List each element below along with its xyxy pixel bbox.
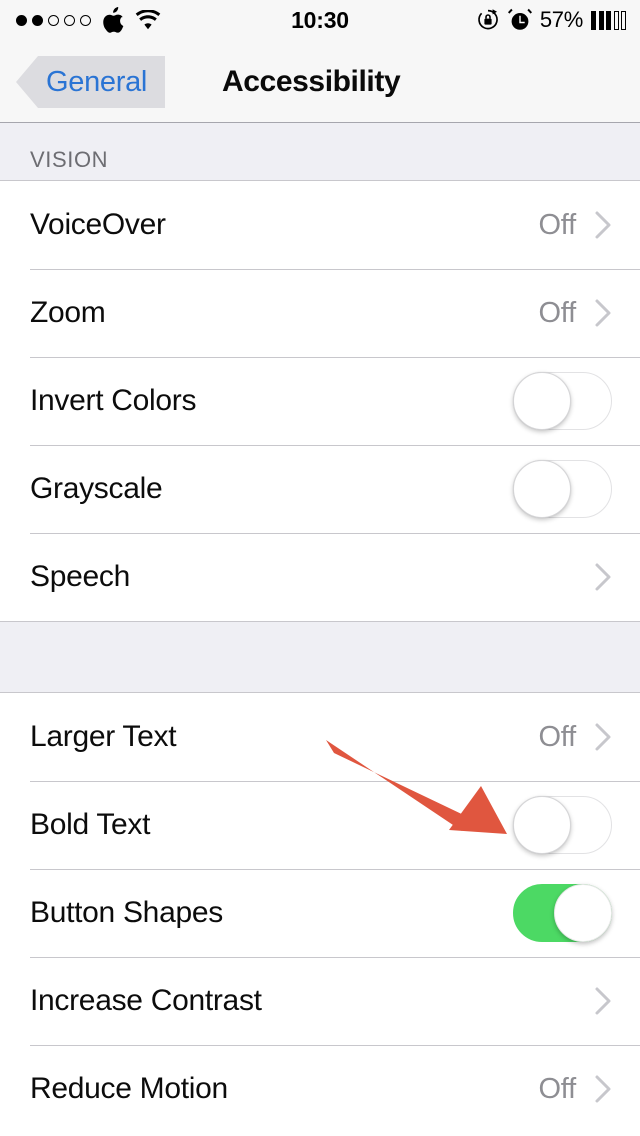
row-increase-contrast[interactable]: Increase Contrast [0,957,640,1045]
row-reduce-motion[interactable]: Reduce Motion Off [0,1045,640,1133]
chevron-right-icon [595,723,611,751]
row-larger-text[interactable]: Larger Text Off [0,693,640,781]
grayscale-toggle[interactable] [513,460,612,518]
row-label: VoiceOver [30,208,166,241]
battery-bar-1 [591,10,596,30]
battery-bar-2 [598,10,604,30]
toggle-knob [513,796,571,854]
status-bar: 10:30 57% [0,0,640,40]
settings-list: VISION VoiceOver Off Zoom Off Invert Col… [0,123,640,1136]
iphone-screen: 10:30 57% General Accessibility VISION V… [0,0,640,1136]
row-label: Bold Text [30,808,151,841]
row-label: Increase Contrast [30,984,262,1017]
chevron-right-icon [595,211,611,239]
row-value: Off [538,208,576,241]
row-label: Larger Text [30,720,177,753]
chevron-right-icon [595,299,611,327]
row-speech[interactable]: Speech [0,533,640,621]
row-accessory [513,884,612,942]
row-invert-colors[interactable]: Invert Colors [0,357,640,445]
page-title: Accessibility [222,64,401,98]
toggle-knob [554,884,612,942]
status-bar-right: 57% [476,0,626,40]
chevron-right-icon [595,563,611,591]
row-label: Zoom [30,296,106,329]
row-grayscale[interactable]: Grayscale [0,445,640,533]
row-bold-text[interactable]: Bold Text [0,781,640,869]
row-label: Grayscale [30,472,163,505]
chevron-right-icon [595,1075,611,1103]
row-accessory [594,562,612,592]
invert-colors-toggle[interactable] [513,372,612,430]
battery-bar-3 [606,10,611,30]
section-header-label: VISION [30,147,109,172]
battery-percentage: 57% [539,7,583,32]
row-accessory [513,372,612,430]
back-button-general[interactable]: General [16,56,166,108]
section-divider [0,621,640,693]
row-accessory [594,986,612,1016]
row-accessory: Off [538,209,612,242]
row-zoom[interactable]: Zoom Off [0,269,640,357]
row-button-shapes[interactable]: Button Shapes [0,869,640,957]
alarm-clock-icon [507,8,532,30]
chevron-right-icon [595,987,611,1015]
row-accessory [513,460,612,518]
battery-indicator [591,10,626,30]
row-accessory: Off [538,1073,612,1106]
row-value: Off [538,720,576,753]
battery-bar-5 [621,10,626,30]
back-button-label: General [46,65,148,98]
bold-text-toggle[interactable] [513,796,612,854]
toggle-knob [513,460,571,518]
row-value: Off [538,1072,576,1105]
section-header-vision: VISION [0,123,640,181]
row-label: Speech [30,560,130,593]
row-accessory: Off [538,297,612,330]
row-value: Off [538,296,576,329]
row-label: Invert Colors [30,384,197,417]
battery-bar-4 [613,10,619,30]
row-accessory: Off [538,721,612,754]
rotation-lock-icon [478,9,498,30]
navigation-bar: General Accessibility [0,40,640,123]
row-voiceover[interactable]: VoiceOver Off [0,181,640,269]
button-shapes-toggle[interactable] [513,884,612,942]
row-accessory [513,796,612,854]
row-label: Reduce Motion [30,1072,228,1105]
row-label: Button Shapes [30,896,223,929]
toggle-knob [513,372,571,430]
